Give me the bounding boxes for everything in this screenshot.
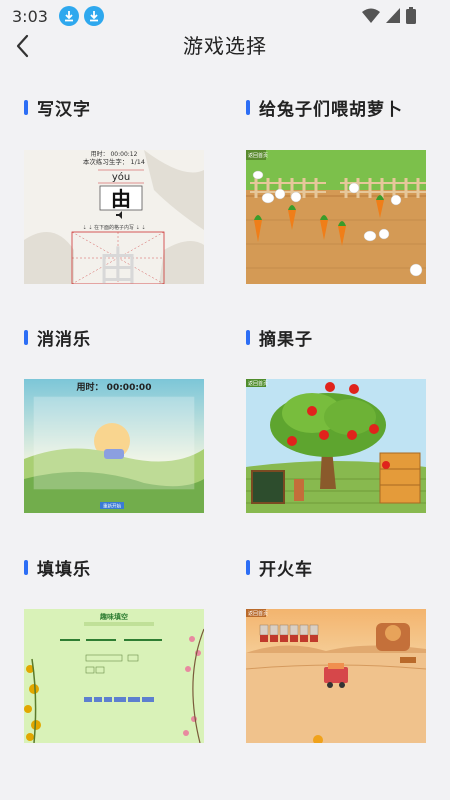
game-card-fill-blanks: 填填乐 bbox=[24, 555, 206, 580]
thumb-timer: 用时： 00:00:00 bbox=[76, 381, 152, 393]
status-bar: 3:03 bbox=[0, 0, 450, 32]
thumb-button: 重新开始 bbox=[103, 503, 121, 510]
accent-bar bbox=[24, 329, 28, 345]
game-card-feed-rabbits: 给兔子们喂胡萝卜 bbox=[246, 95, 428, 120]
game-card-train: 开火车 bbox=[246, 555, 428, 580]
thumb-heading: 趣味填空 bbox=[99, 612, 128, 621]
game-name: 填填乐 bbox=[37, 559, 91, 580]
thumb-progress: 本次练习生字： 1/14 bbox=[83, 157, 145, 166]
thumb-pinyin: yóu bbox=[112, 171, 130, 183]
thumb-timer: 用时： 00:00:12 bbox=[91, 150, 138, 158]
thumb-hint: ⇣ ⇣ 在下面的格子内写 ⇣ ⇣ bbox=[82, 224, 145, 231]
game-thumbnail-pick-fruit[interactable]: 返回首页 bbox=[246, 379, 426, 513]
wifi-icon bbox=[362, 8, 380, 23]
thumb-corner: 返回首页 bbox=[248, 610, 268, 617]
game-thumbnail-feed-rabbits[interactable]: 返回首页 bbox=[246, 150, 426, 284]
accent-bar bbox=[246, 99, 250, 115]
game-name: 摘果子 bbox=[259, 329, 313, 350]
game-card-pick-fruit: 摘果子 bbox=[246, 325, 428, 350]
battery-icon bbox=[406, 7, 416, 24]
game-card-write-characters: 写汉字 bbox=[24, 95, 206, 120]
game-name: 开火车 bbox=[259, 559, 313, 580]
accent-bar bbox=[246, 559, 250, 575]
accent-bar bbox=[246, 329, 250, 345]
page-title: 游戏选择 bbox=[183, 34, 267, 58]
game-name: 给兔子们喂胡萝卜 bbox=[259, 99, 403, 120]
svg-text:由: 由 bbox=[98, 244, 138, 284]
game-card-match-game: 消消乐 bbox=[24, 325, 206, 350]
game-name: 消消乐 bbox=[37, 329, 91, 350]
thumb-corner: 返回首页 bbox=[248, 380, 268, 387]
thumb-corner: 返回首页 bbox=[248, 152, 268, 159]
status-time: 3:03 bbox=[12, 6, 48, 26]
game-thumbnail-match-game[interactable]: 用时： 00:00:00 重新开始 bbox=[24, 379, 204, 513]
thumb-character: 由 bbox=[111, 187, 131, 211]
signal-icon bbox=[386, 8, 400, 23]
game-name: 写汉字 bbox=[37, 99, 91, 120]
accent-bar bbox=[24, 559, 28, 575]
game-thumbnail-train[interactable]: 返回首页 bbox=[246, 609, 426, 743]
download-icon bbox=[58, 6, 79, 26]
accent-bar bbox=[24, 99, 28, 115]
download-icon bbox=[83, 6, 104, 26]
game-thumbnail-fill-blanks[interactable]: 趣味填空 bbox=[24, 609, 204, 743]
top-bar: 游戏选择 bbox=[0, 32, 450, 62]
game-thumbnail-write-characters[interactable]: 用时： 00:00:12 本次练习生字： 1/14 yóu 由 ⇣ ⇣ 在下面的… bbox=[24, 150, 204, 284]
